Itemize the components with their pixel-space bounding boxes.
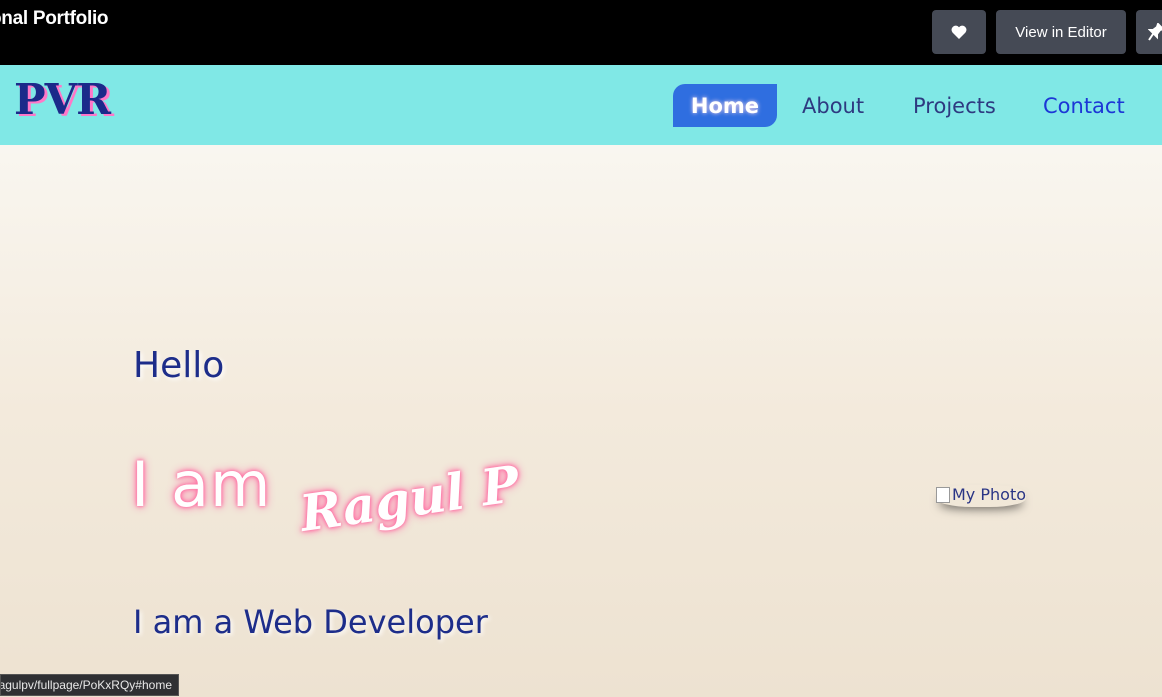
nav-about-link[interactable]: About	[802, 84, 864, 127]
pin-button[interactable]	[1136, 10, 1162, 54]
hero-greeting: Hello	[133, 345, 225, 386]
status-url-text: agulpv/fullpage/PoKxRQy#home	[0, 678, 172, 692]
nav-projects-link[interactable]: Projects	[913, 84, 996, 127]
view-in-editor-button[interactable]: View in Editor	[996, 10, 1126, 54]
status-bar-url: agulpv/fullpage/PoKxRQy#home	[0, 674, 179, 696]
nav-home-link[interactable]: Home	[673, 84, 777, 127]
heart-button[interactable]	[932, 10, 986, 54]
nav-contact-link[interactable]: Contact	[1043, 84, 1125, 127]
broken-image-icon	[936, 486, 950, 503]
site-logo[interactable]: PVR	[14, 75, 111, 124]
top-bar: onal Portfolio View in Editor	[0, 0, 1162, 65]
heart-icon	[951, 25, 967, 39]
pin-icon	[1148, 23, 1162, 41]
pen-title: onal Portfolio	[0, 8, 109, 29]
hero-intro-text: I am	[131, 448, 272, 521]
hero-role: I am a Web Developer	[133, 603, 488, 641]
profile-photo-alt: My Photo	[952, 485, 1026, 504]
site-navbar: PVR Home About Projects Contact	[0, 65, 1162, 145]
portfolio-page: PVR Home About Projects Contact Hello I …	[0, 65, 1162, 697]
profile-photo: My Photo	[936, 485, 1026, 507]
hero-intro: I am Ragul P	[131, 448, 523, 543]
hero-name: Ragul P	[296, 453, 523, 543]
